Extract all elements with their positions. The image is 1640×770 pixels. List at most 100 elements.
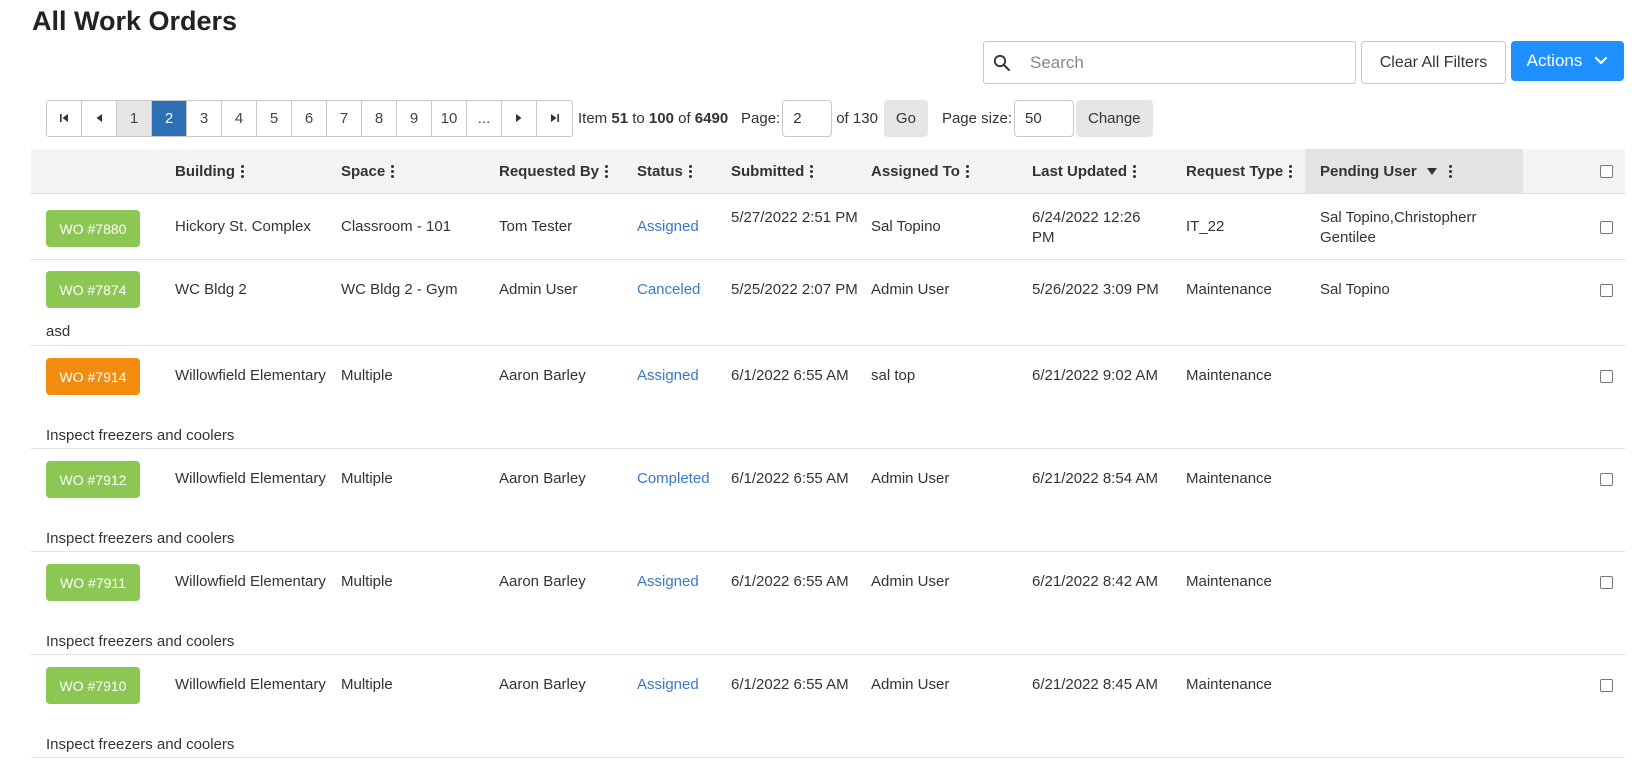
item-total: 6490	[694, 110, 729, 127]
cell-building: Willowfield Elementary	[175, 470, 326, 487]
row-checkbox[interactable]	[1600, 473, 1613, 486]
column-label: Submitted	[731, 163, 805, 180]
clear-all-filters-button[interactable]: Clear All Filters	[1361, 41, 1506, 84]
cell-submitted: 6/1/2022 6:55 AM	[731, 676, 849, 693]
column-label: Space	[341, 163, 386, 180]
page-6-button[interactable]: 6	[292, 101, 327, 136]
column-menu-icon[interactable]	[965, 165, 969, 178]
page-7-button[interactable]: 7	[327, 101, 362, 136]
page-5-button[interactable]: 5	[257, 101, 292, 136]
actions-button[interactable]: Actions	[1511, 41, 1624, 81]
table-row[interactable]: WO #7914 Willowfield Elementary Multiple Aa…	[31, 346, 1625, 449]
row-checkbox[interactable]	[1600, 370, 1613, 383]
row-description: asd	[46, 323, 71, 340]
column-header-pending-user[interactable]: Pending User	[1320, 149, 1452, 194]
page-4-button[interactable]: 4	[222, 101, 257, 136]
row-checkbox[interactable]	[1600, 576, 1613, 589]
table-row[interactable]: WO #7910 Willowfield Elementary Multiple Aa…	[31, 655, 1625, 758]
row-checkbox[interactable]	[1600, 679, 1613, 692]
work-order-button[interactable]: WO #7874	[46, 271, 140, 308]
cell-building: Willowfield Elementary	[175, 367, 326, 384]
cell-submitted: 5/25/2022 2:07 PM	[731, 281, 858, 298]
page-ellipsis[interactable]: ...	[467, 101, 502, 136]
cell-space: Classroom - 101	[341, 218, 452, 235]
work-order-button[interactable]: WO #7914	[46, 358, 140, 395]
cell-request-type: Maintenance	[1186, 281, 1272, 298]
select-all-checkbox[interactable]	[1600, 165, 1613, 178]
cell-requested-by: Aaron Barley	[499, 676, 586, 693]
column-menu-icon[interactable]	[688, 165, 692, 178]
column-header-building[interactable]: Building	[175, 149, 244, 194]
cell-request-type: Maintenance	[1186, 470, 1272, 487]
last-page-button[interactable]	[537, 101, 572, 136]
row-checkbox[interactable]	[1600, 284, 1613, 297]
column-menu-icon[interactable]	[810, 165, 814, 178]
cell-status[interactable]: Assigned	[637, 367, 699, 384]
column-menu-icon[interactable]	[241, 165, 244, 178]
page-3-button[interactable]: 3	[187, 101, 222, 136]
pager-item-info: Item 51 to 100 of 6490	[578, 100, 728, 137]
cell-space: Multiple	[341, 367, 393, 384]
sort-descending-icon[interactable]	[1426, 168, 1437, 175]
page-size-input[interactable]	[1013, 100, 1074, 137]
cell-last-updated: 5/26/2022 3:09 PM	[1032, 281, 1159, 298]
search-input[interactable]	[1020, 42, 1355, 83]
cell-pending-user: Sal Topino,Christopherr Gentilee	[1320, 209, 1477, 246]
cell-assigned-to: Admin User	[871, 573, 950, 590]
item-of-word: of	[678, 110, 691, 127]
cell-submitted: 5/27/2022 2:51 PM	[731, 209, 858, 226]
column-menu-icon[interactable]	[1448, 165, 1452, 178]
row-description: Inspect freezers and coolers	[46, 530, 235, 547]
column-menu-icon[interactable]	[1133, 165, 1137, 178]
work-order-button[interactable]: WO #7912	[46, 461, 140, 498]
table-row[interactable]: WO #7912 Willowfield Elementary Multiple Aa…	[31, 449, 1625, 552]
column-menu-icon[interactable]	[391, 165, 395, 178]
cell-assigned-to: Sal Topino	[871, 218, 941, 235]
table-row[interactable]: WO #7911 Willowfield Elementary Multiple Aa…	[31, 552, 1625, 655]
column-label: Status	[637, 163, 683, 180]
cell-status[interactable]: Assigned	[637, 218, 699, 235]
item-to: 100	[648, 110, 674, 127]
row-checkbox[interactable]	[1600, 221, 1613, 234]
cell-requested-by: Admin User	[499, 281, 578, 298]
page-number-input[interactable]	[782, 100, 833, 137]
item-from: 51	[611, 110, 629, 127]
page-10-button[interactable]: 10	[432, 101, 467, 136]
table-row[interactable]: WO #7880 Hickory St. Complex Classroom - 1…	[31, 194, 1625, 260]
column-header-space[interactable]: Space	[341, 149, 395, 194]
column-header-status[interactable]: Status	[637, 149, 692, 194]
search-icon	[984, 54, 1020, 72]
page-9-button[interactable]: 9	[397, 101, 432, 136]
change-button[interactable]: Change	[1075, 100, 1153, 137]
go-button[interactable]: Go	[883, 100, 928, 137]
cell-status[interactable]: Assigned	[637, 573, 699, 590]
cell-building: Willowfield Elementary	[175, 676, 326, 693]
cell-last-updated: 6/21/2022 8:54 AM	[1032, 470, 1158, 487]
cell-assigned-to: Admin User	[871, 281, 950, 298]
cell-status[interactable]: Completed	[637, 470, 710, 487]
next-page-button[interactable]	[502, 101, 537, 136]
column-header-last-updated[interactable]: Last Updated	[1032, 149, 1137, 194]
cell-status[interactable]: Assigned	[637, 676, 699, 693]
search-box[interactable]	[983, 41, 1356, 84]
first-page-button[interactable]	[47, 101, 82, 136]
cell-pending-user: Sal Topino	[1320, 281, 1390, 298]
column-header-submitted[interactable]: Submitted	[731, 149, 814, 194]
table-row[interactable]: WO #7874 WC Bldg 2 WC Bldg 2 - Gym Admin Us…	[31, 260, 1625, 346]
prev-page-button[interactable]	[82, 101, 117, 136]
page-2-button[interactable]: 2	[152, 101, 187, 136]
column-header-request-type[interactable]: Request Type	[1186, 149, 1293, 194]
page-1-button[interactable]: 1	[117, 101, 152, 136]
work-order-button[interactable]: WO #7880	[46, 210, 140, 247]
work-order-button[interactable]: WO #7910	[46, 667, 140, 704]
column-menu-icon[interactable]	[605, 165, 609, 178]
column-header-assigned-to[interactable]: Assigned To	[871, 149, 969, 194]
cell-status[interactable]: Canceled	[637, 281, 700, 298]
page-8-button[interactable]: 8	[362, 101, 397, 136]
page-title: All Work Orders	[32, 6, 238, 36]
row-description: Inspect freezers and coolers	[46, 633, 235, 650]
column-menu-icon[interactable]	[1289, 165, 1293, 178]
work-order-button[interactable]: WO #7911	[46, 564, 140, 601]
column-header-requested-by[interactable]: Requested By	[499, 149, 609, 194]
prev-page-icon	[95, 110, 103, 127]
